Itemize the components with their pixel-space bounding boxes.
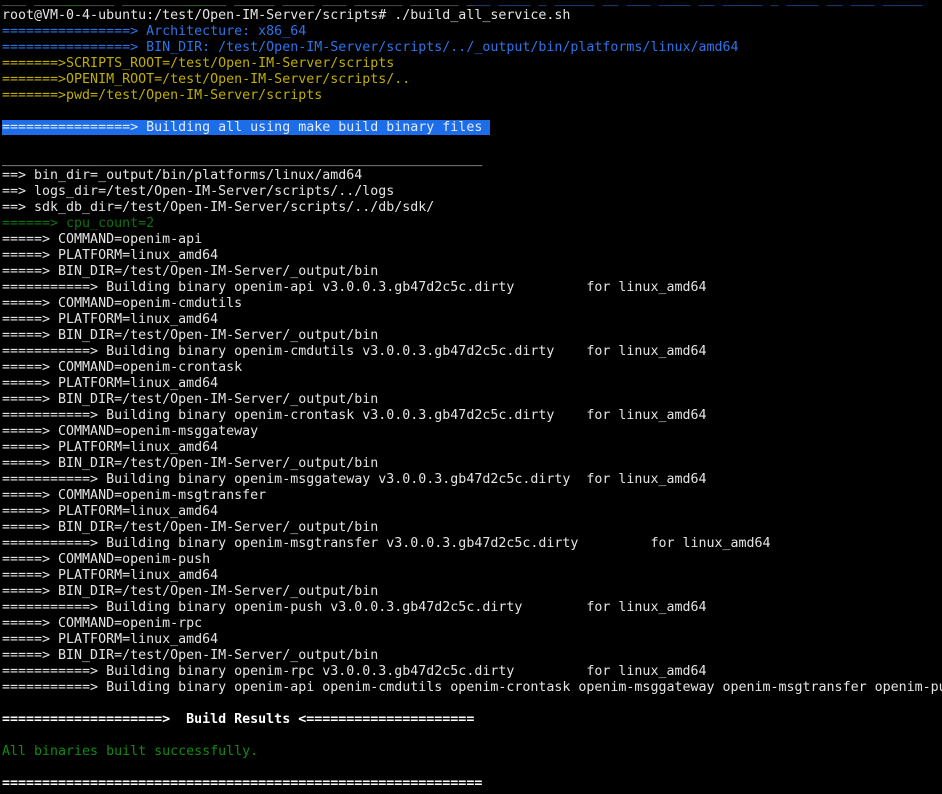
pwd-line: =======>pwd=/test/Open-IM-Server/scripts xyxy=(2,88,942,104)
prompt-line: root@VM-0-4-ubuntu:/test/Open-IM-Server/… xyxy=(2,8,942,24)
building-line-msgtransfer: ===========> Building binary openim-msgt… xyxy=(2,536,942,552)
command-line-msggateway: =====> COMMAND=openim-msggateway xyxy=(2,424,942,440)
platform-line: =====> PLATFORM=linux_amd64 xyxy=(2,376,942,392)
blank-line xyxy=(2,104,942,120)
command-line-api: =====> COMMAND=openim-api xyxy=(2,232,942,248)
blank-line xyxy=(2,728,942,744)
success-message: All binaries built successfully. xyxy=(2,744,942,760)
building-line-msggateway: ===========> Building binary openim-msgg… xyxy=(2,472,942,488)
bin-dir-header-line: ================> BIN_DIR: /test/Open-IM… xyxy=(2,40,942,56)
terminal-output: ___ __________ _____________ _____ ____ … xyxy=(0,0,942,792)
architecture-line: ================> Architecture: x86_64 xyxy=(2,24,942,40)
partial-previous-line: ___ __________ _____________ _____ ____ … xyxy=(2,0,942,8)
command-line-push: =====> COMMAND=openim-push xyxy=(2,552,942,568)
platform-line: =====> PLATFORM=linux_amd64 xyxy=(2,248,942,264)
scripts-root-line: =======>SCRIPTS_ROOT=/test/Open-IM-Serve… xyxy=(2,56,942,72)
command-line-crontask: =====> COMMAND=openim-crontask xyxy=(2,360,942,376)
cpu-count-line: ======> cpu_count=2 xyxy=(2,216,942,232)
blank-line xyxy=(2,136,942,152)
build-all-banner-highlight: ================> Building all using mak… xyxy=(2,120,490,135)
bindir-line: =====> BIN_DIR=/test/Open-IM-Server/_out… xyxy=(2,392,942,408)
sdk-db-dir-var-line: ==> sdk_db_dir=/test/Open-IM-Server/scri… xyxy=(2,200,942,216)
final-separator-line: ========================================… xyxy=(2,776,942,792)
underscore-separator-line: ________________________________________… xyxy=(2,152,942,168)
platform-line: =====> PLATFORM=linux_amd64 xyxy=(2,504,942,520)
command-line-msgtransfer: =====> COMMAND=openim-msgtransfer xyxy=(2,488,942,504)
bin-dir-var-line: ==> bin_dir=_output/bin/platforms/linux/… xyxy=(2,168,942,184)
building-line-crontask: ===========> Building binary openim-cron… xyxy=(2,408,942,424)
openim-root-line: =======>OPENIM_ROOT=/test/Open-IM-Server… xyxy=(2,72,942,88)
bindir-line: =====> BIN_DIR=/test/Open-IM-Server/_out… xyxy=(2,584,942,600)
platform-line: =====> PLATFORM=linux_amd64 xyxy=(2,632,942,648)
platform-line: =====> PLATFORM=linux_amd64 xyxy=(2,312,942,328)
blank-line xyxy=(2,760,942,776)
bindir-line: =====> BIN_DIR=/test/Open-IM-Server/_out… xyxy=(2,520,942,536)
build-all-banner-line: ================> Building all using mak… xyxy=(2,120,942,136)
bindir-line: =====> BIN_DIR=/test/Open-IM-Server/_out… xyxy=(2,328,942,344)
blank-line xyxy=(2,696,942,712)
command-line-cmdutils: =====> COMMAND=openim-cmdutils xyxy=(2,296,942,312)
partial-text-segment: __ xyxy=(186,0,202,7)
building-line-push: ===========> Building binary openim-push… xyxy=(2,600,942,616)
building-line-api: ===========> Building binary openim-api … xyxy=(2,280,942,296)
logs-dir-var-line: ==> logs_dir=/test/Open-IM-Server/script… xyxy=(2,184,942,200)
building-line-rpc: ===========> Building binary openim-rpc … xyxy=(2,664,942,680)
platform-line: =====> PLATFORM=linux_amd64 xyxy=(2,568,942,584)
partial-text-segment: __ xyxy=(66,0,82,7)
building-all-binaries-line: ===========> Building binary openim-api … xyxy=(2,680,942,696)
partial-text-segment: ___ _____ ____ ___ ______ ______ _ xyxy=(202,0,474,7)
partial-text-segment: ____ ________ xyxy=(82,0,186,7)
building-line-cmdutils: ===========> Building binary openim-cmdu… xyxy=(2,344,942,360)
bindir-line: =====> BIN_DIR=/test/Open-IM-Server/_out… xyxy=(2,264,942,280)
bindir-line: =====> BIN_DIR=/test/Open-IM-Server/_out… xyxy=(2,456,942,472)
partial-text-segment: ___ ____ xyxy=(2,0,66,7)
build-results-header: ====================> Build Results <===… xyxy=(2,712,942,728)
partial-text-segment: __ ____ _ _____ __ ___ ____ __ _____ _ _… xyxy=(474,0,922,7)
platform-line: =====> PLATFORM=linux_amd64 xyxy=(2,440,942,456)
bindir-line: =====> BIN_DIR=/test/Open-IM-Server/_out… xyxy=(2,648,942,664)
command-line-rpc: =====> COMMAND=openim-rpc xyxy=(2,616,942,632)
